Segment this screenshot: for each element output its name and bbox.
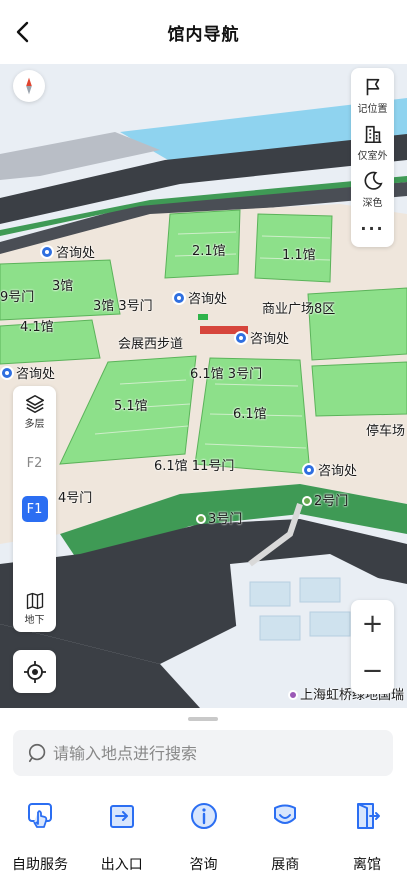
floor-selector: 多层 F2 F1 地下 — [13, 386, 56, 632]
search-bar[interactable] — [13, 730, 393, 776]
zoom-out-button[interactable]: − — [351, 647, 394, 694]
tab-entrance[interactable]: 出入口 — [88, 790, 156, 883]
gate-label[interactable]: 9号门 — [0, 286, 34, 305]
hall-label[interactable]: 2.1馆 — [192, 240, 226, 259]
underground-button[interactable]: 地下 — [25, 584, 45, 632]
info-icon — [190, 803, 217, 829]
info-point[interactable]: 咨询处 — [0, 363, 55, 382]
gate-label[interactable]: 6.1馆 11号门 — [154, 455, 234, 474]
bottom-tab-bar: 自助服务 出入口 咨询 展商 离馆 — [0, 790, 407, 883]
search-input[interactable] — [53, 743, 393, 763]
outdoor-only-button[interactable]: 仅室外 — [351, 119, 394, 166]
sheet-drag-handle[interactable] — [188, 717, 218, 721]
gate-label[interactable]: 3号门 — [196, 508, 242, 527]
exhibitor-icon — [274, 804, 297, 824]
locate-me-button[interactable] — [13, 650, 56, 693]
tab-info[interactable]: 咨询 — [170, 790, 238, 883]
self-service-icon — [28, 803, 52, 828]
zoom-in-button[interactable]: + — [351, 600, 394, 647]
hall-label[interactable]: 1.1馆 — [282, 244, 316, 263]
map-book-icon — [26, 592, 43, 609]
tab-exit[interactable]: 离馆 — [333, 790, 401, 883]
moon-icon — [364, 171, 383, 190]
map-tools-panel: 记位置 仅室外 深色 ··· — [351, 68, 394, 247]
dark-mode-button[interactable]: 深色 — [351, 166, 394, 213]
floor-f2-button[interactable]: F2 — [22, 450, 48, 476]
mark-location-button[interactable]: 记位置 — [351, 72, 394, 119]
building-icon — [364, 125, 381, 144]
info-point[interactable]: 咨询处 — [302, 460, 357, 479]
gate-label[interactable]: 6.1馆 3号门 — [190, 363, 262, 382]
chevron-left-icon — [16, 21, 29, 43]
hall-label[interactable]: 5.1馆 — [114, 395, 148, 414]
top-bar: 馆内导航 — [0, 0, 407, 64]
exit-door-icon — [357, 803, 380, 829]
entrance-icon — [109, 805, 134, 828]
compass-icon — [26, 77, 32, 95]
gate-label[interactable]: 2号门 — [302, 490, 348, 509]
more-button[interactable]: ··· — [351, 213, 394, 243]
compass-button[interactable] — [13, 70, 45, 102]
walkway-label[interactable]: 会展西步道 — [118, 333, 183, 352]
gate-label[interactable]: 3馆 3号门 — [93, 295, 153, 314]
search-icon — [28, 743, 46, 763]
floor-f1-button[interactable]: F1 — [21, 496, 48, 522]
map-canvas — [0, 64, 407, 708]
back-button[interactable] — [10, 18, 38, 46]
zoom-controls: + − — [351, 600, 394, 694]
plaza-label[interactable]: 商业广场8区 — [262, 298, 335, 317]
gate-label[interactable]: 4号门 — [58, 487, 92, 506]
parking-label[interactable]: 停车场 — [366, 420, 405, 439]
multi-floor-button[interactable]: 多层 — [24, 386, 46, 436]
hall-label[interactable]: 6.1馆 — [233, 403, 267, 422]
info-point[interactable]: 咨询处 — [234, 328, 289, 347]
tab-self-service[interactable]: 自助服务 — [6, 790, 74, 883]
info-point[interactable]: 咨询处 — [40, 242, 95, 261]
hall-label[interactable]: 3馆 — [52, 275, 73, 294]
crosshair-icon — [23, 660, 46, 683]
indoor-map[interactable]: 咨询处 2.1馆 1.1馆 3馆 9号门 3馆 3号门 咨询处 商业广场8区 4… — [0, 64, 407, 708]
hall-label[interactable]: 4.1馆 — [20, 316, 54, 335]
flag-icon — [366, 78, 379, 96]
info-point[interactable]: 咨询处 — [172, 288, 227, 307]
tab-exhibitor[interactable]: 展商 — [251, 790, 319, 883]
layers-icon — [25, 394, 44, 413]
page-title: 馆内导航 — [167, 24, 240, 45]
